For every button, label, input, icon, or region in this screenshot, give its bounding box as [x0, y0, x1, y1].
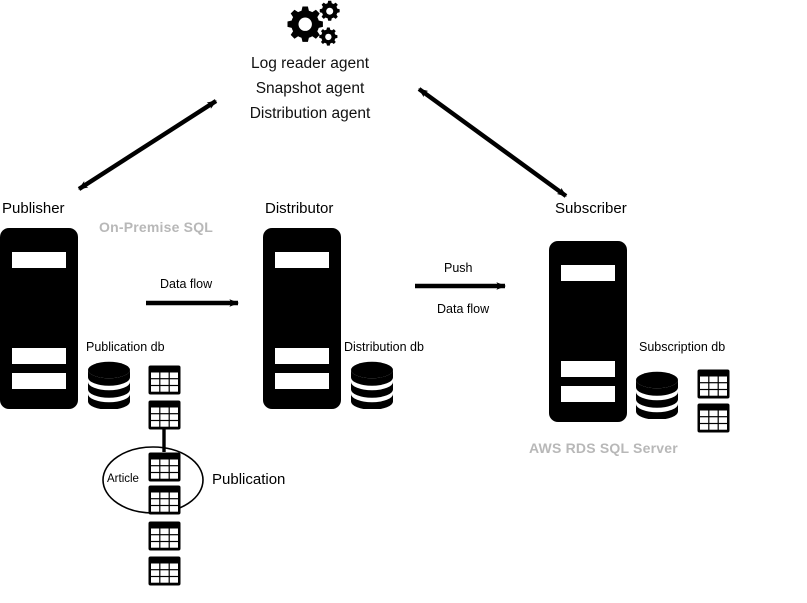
publication-table-icon-4 — [148, 485, 181, 515]
distribution-db-icon — [350, 361, 394, 410]
publication-label: Publication — [212, 471, 286, 488]
publication-db-label: Publication db — [86, 340, 165, 354]
subscriber-table-icon-2 — [697, 403, 730, 433]
distribution-db-label: Distribution db — [344, 340, 424, 354]
subscriber-label: Subscriber — [555, 200, 627, 217]
agent-label-snapshot: Snapshot agent — [255, 80, 365, 97]
publication-table-icon-3 — [148, 452, 181, 482]
data-flow-left-label: Data flow — [160, 277, 213, 291]
publication-db-icon — [87, 361, 131, 410]
subscription-db-icon — [635, 371, 679, 420]
publisher-environment-label: On-Premise SQL — [99, 219, 214, 235]
subscriber-environment-label: AWS RDS SQL Server — [529, 440, 678, 456]
publication-table-icon-5 — [148, 521, 181, 551]
publication-table-icon-1 — [148, 365, 181, 395]
subscription-db-label: Subscription db — [639, 340, 726, 354]
diagram-canvas: Log reader agent Snapshot agent Distribu… — [0, 0, 807, 603]
subscriber-table-icon-1 — [697, 369, 730, 399]
data-flow-right-label: Data flow — [437, 302, 490, 316]
publisher-server-icon — [0, 228, 78, 409]
push-label: Push — [444, 261, 473, 275]
publication-table-icon-2 — [148, 400, 181, 430]
distributor-server-icon — [263, 228, 341, 409]
publication-table-icon-6 — [148, 556, 181, 586]
article-label: Article — [107, 473, 139, 485]
publisher-label: Publisher — [2, 200, 65, 217]
agent-label-log-reader: Log reader agent — [250, 55, 370, 72]
gears-icon — [282, 0, 346, 52]
agent-label-distribution: Distribution agent — [249, 105, 371, 122]
subscriber-server-icon — [549, 241, 627, 422]
distributor-label: Distributor — [265, 200, 334, 217]
